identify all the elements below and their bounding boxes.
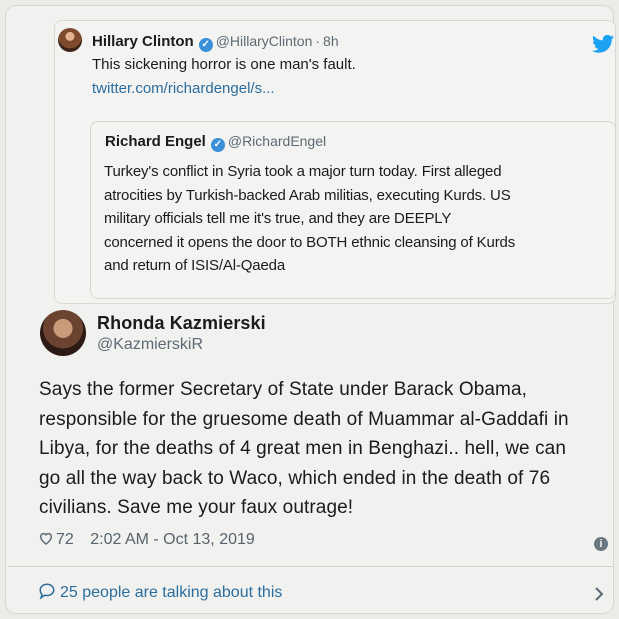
speech-bubble-icon: [39, 583, 55, 600]
text-line: concerned it opens the door to BOTH ethn…: [104, 233, 516, 251]
chevron-right-icon[interactable]: [592, 585, 606, 603]
conversation-link[interactable]: 25 people are talking about this: [38, 582, 282, 602]
author-name[interactable]: Rhonda Kazmierski: [97, 313, 266, 334]
twitter-bird-icon[interactable]: [592, 34, 614, 54]
text-line: Libya, for the deaths of 4 great men in …: [39, 438, 567, 459]
tweet-meta: 72 2:02 AM - Oct 13, 2019: [38, 530, 255, 549]
verified-badge-icon: ✓: [210, 138, 225, 152]
text-line: civilians. Save me your faux outrage!: [39, 497, 354, 518]
embedded-author-handle[interactable]: @RichardEngel: [228, 133, 326, 149]
text-line: go all the way back to Waco, which ended…: [39, 467, 551, 489]
quoted-tweet-text: This sickening horror is one man's fault…: [92, 56, 356, 73]
tweet-text: Says the former Secretary of State under…: [39, 375, 609, 523]
like-button[interactable]: 72: [38, 531, 74, 548]
text-line: military officials tell me it's true, an…: [104, 210, 452, 227]
embedded-tweet-text: Turkey's conflict in Syria took a major …: [104, 160, 604, 278]
quoted-tweet-link[interactable]: twitter.com/richardengel/s...: [92, 80, 275, 97]
text-line: atrocities by Turkish-backed Arab militi…: [104, 186, 511, 204]
heart-icon: [39, 532, 53, 545]
text-line: responsible for the gruesome death of Mu…: [39, 408, 569, 430]
like-count: 72: [56, 531, 74, 548]
talking-count-text: 25 people are talking about this: [60, 584, 283, 601]
text-line: and return of ISIS/Al-Qaeda: [104, 257, 286, 274]
info-icon[interactable]: i: [594, 537, 608, 551]
divider: [8, 566, 613, 567]
text-line: Turkey's conflict in Syria took a major …: [104, 163, 502, 180]
hillary-avatar[interactable]: [58, 28, 82, 52]
rhonda-avatar[interactable]: [40, 310, 86, 356]
embedded-tweet-header: Richard Engel ✓ @RichardEngel: [105, 133, 326, 152]
quoted-timestamp[interactable]: 8h: [323, 33, 339, 49]
quoted-tweet-header: Hillary Clinton ✓ @HillaryClinton · 8h: [92, 33, 339, 52]
verified-badge-icon: ✓: [198, 38, 213, 52]
quoted-author-handle[interactable]: @HillaryClinton: [216, 33, 313, 49]
author-handle[interactable]: @KazmierskiR: [97, 336, 203, 354]
dot-separator: ·: [315, 33, 321, 49]
embedded-author-name[interactable]: Richard Engel: [105, 133, 206, 150]
text-line: Says the former Secretary of State under…: [39, 379, 528, 400]
timestamp[interactable]: 2:02 AM - Oct 13, 2019: [90, 531, 255, 548]
quoted-author-name[interactable]: Hillary Clinton: [92, 33, 194, 50]
